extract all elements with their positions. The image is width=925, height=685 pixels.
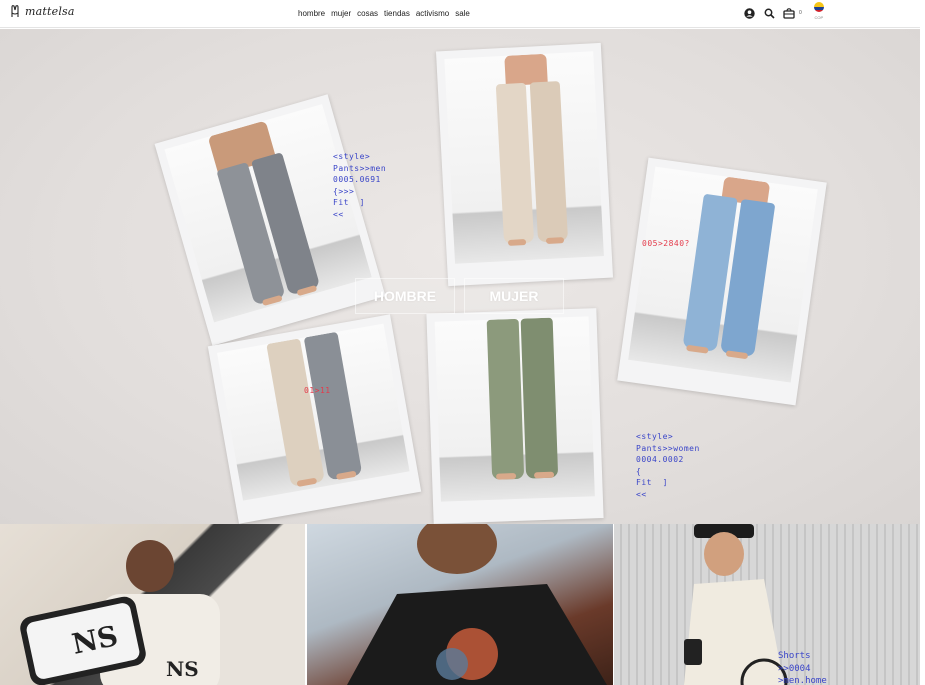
code-label-red-1: 005>2840? (642, 239, 690, 248)
site-header: mattelsa hombre mujer cosas tiendas acti… (0, 0, 920, 28)
brand-name: mattelsa (25, 4, 75, 18)
model-with-phone-illustration: NS NS (20, 540, 220, 685)
search-icon[interactable] (763, 7, 775, 19)
product-photo-men-grey-jeans[interactable] (154, 94, 386, 346)
account-icon[interactable] (743, 7, 755, 19)
style-note-women: <style> Pants>>women 0004.0002 { Fit ] <… (636, 432, 700, 499)
nav-item-tiendas[interactable]: tiendas (384, 9, 410, 18)
model-black-tee-illustration (347, 524, 607, 685)
nav-item-mujer[interactable]: mujer (331, 9, 351, 18)
shop-women-button[interactable]: MUJER (464, 278, 564, 314)
style-note-men: <style> Pants>>men 0005.0691 {>>> Fit ] … (333, 152, 387, 219)
rabbit-logo-icon (11, 5, 19, 17)
product-photo-women-beige-pants[interactable] (435, 42, 614, 287)
cart-count: 0 (799, 10, 802, 16)
shop-men-button[interactable]: HOMBRE (355, 278, 455, 314)
hero-banner: <style> Pants>>men 0005.0691 {>>> Fit ] … (0, 29, 920, 524)
product-photo-mixed-jeans[interactable] (207, 314, 422, 524)
nav-item-hombre[interactable]: hombre (298, 9, 325, 18)
cart-icon[interactable] (783, 7, 795, 19)
collection-tile-women-tee[interactable] (307, 524, 613, 685)
product-photo-women-blue-jeans[interactable] (617, 157, 827, 406)
nav-item-sale[interactable]: sale (455, 9, 470, 18)
main-nav: hombre mujer cosas tiendas activismo sal… (298, 9, 470, 18)
product-photo-green-cargo[interactable] (426, 308, 604, 524)
shorts-code-note: Shorts >>0004 >men.home (778, 651, 827, 685)
header-actions: 0 COP (743, 2, 824, 20)
nav-item-activismo[interactable]: activismo (416, 9, 449, 18)
currency-label: COP (814, 15, 824, 20)
country-selector[interactable]: COP (813, 2, 824, 20)
collection-tile-graphic-tee[interactable]: NS NS (0, 524, 305, 685)
nav-item-cosas[interactable]: cosas (357, 9, 378, 18)
man-with-bike-illustration (684, 524, 788, 685)
collection-tile-shorts[interactable]: Shorts >>0004 >men.home (614, 524, 920, 685)
brand-logo[interactable]: mattelsa (10, 4, 75, 18)
code-label-red-2: 01>11 (304, 386, 331, 395)
colombia-flag-icon (813, 2, 824, 12)
svg-text:NS: NS (166, 657, 199, 681)
